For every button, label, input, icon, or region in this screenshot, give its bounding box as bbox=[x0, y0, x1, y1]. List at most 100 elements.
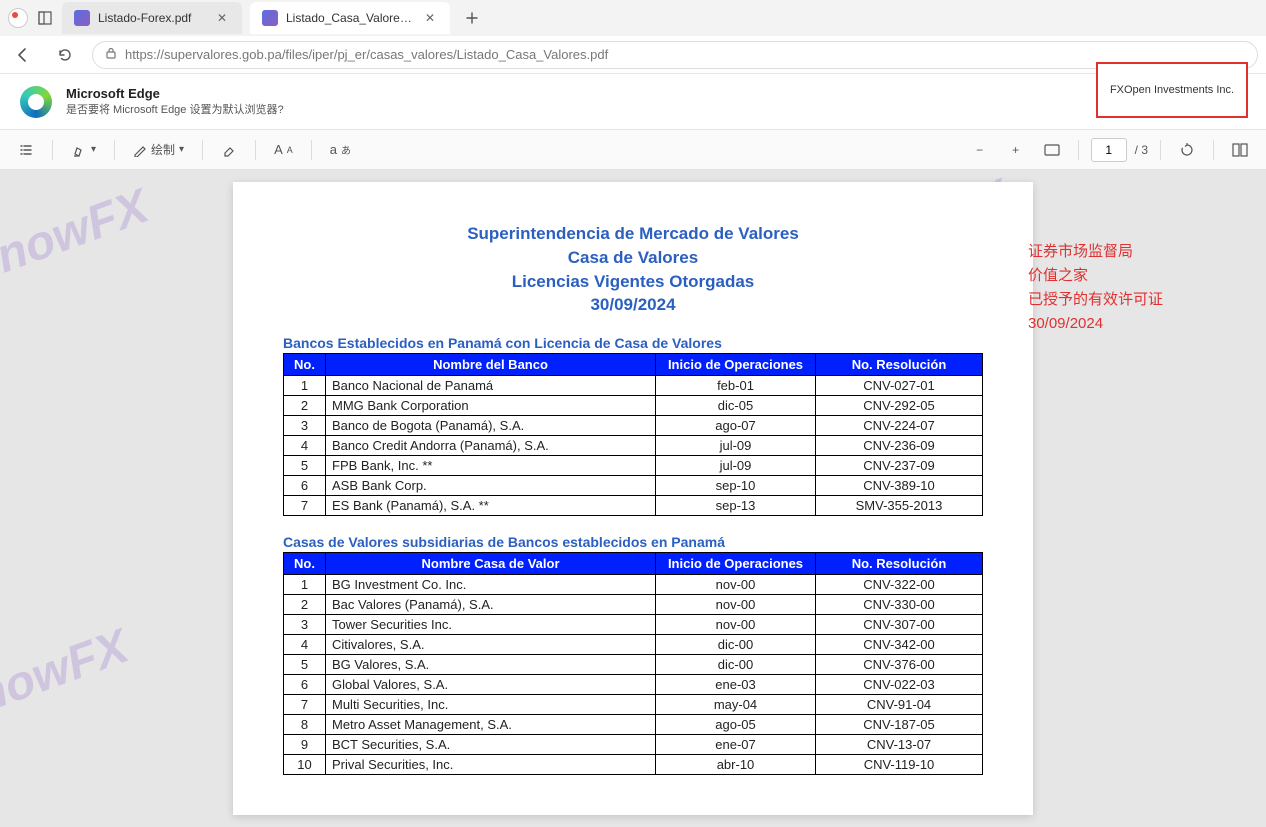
table-cell: 4 bbox=[284, 436, 326, 456]
banner-subtitle: 是否要将 Microsoft Edge 设置为默认浏览器? bbox=[66, 101, 284, 117]
table-cell: CNV-13-07 bbox=[816, 735, 983, 755]
table-row: 5FPB Bank, Inc. **jul-09CNV-237-09 bbox=[284, 456, 983, 476]
tab-title: Listado_Casa_Valores.pdf bbox=[286, 11, 414, 25]
refresh-button[interactable] bbox=[50, 40, 80, 70]
zoom-in-button[interactable]: + bbox=[1002, 136, 1030, 164]
table-cell: ene-07 bbox=[656, 735, 816, 755]
table-cell: 4 bbox=[284, 635, 326, 655]
table-cell: CNV-224-07 bbox=[816, 416, 983, 436]
new-tab-button[interactable] bbox=[458, 4, 486, 32]
zoom-out-button[interactable]: − bbox=[966, 136, 994, 164]
table-cell: CNV-307-00 bbox=[816, 615, 983, 635]
table-cell: BCT Securities, S.A. bbox=[326, 735, 656, 755]
table-cell: Citivalores, S.A. bbox=[326, 635, 656, 655]
section-title-1: Bancos Establecidos en Panamá con Licenc… bbox=[283, 335, 983, 351]
lock-icon bbox=[105, 46, 117, 64]
watermark: KnowFX bbox=[0, 179, 156, 296]
table-cell: Multi Securities, Inc. bbox=[326, 695, 656, 715]
table-cell: CNV-342-00 bbox=[816, 635, 983, 655]
table-cell: BG Valores, S.A. bbox=[326, 655, 656, 675]
table-cell: CNV-022-03 bbox=[816, 675, 983, 695]
table-row: 1BG Investment Co. Inc.nov-00CNV-322-00 bbox=[284, 575, 983, 595]
table-header: Inicio de Operaciones bbox=[656, 354, 816, 376]
erase-button[interactable] bbox=[215, 136, 243, 164]
table-row: 7ES Bank (Panamá), S.A. **sep-13SMV-355-… bbox=[284, 496, 983, 516]
table-cell: FPB Bank, Inc. ** bbox=[326, 456, 656, 476]
table-row: 6ASB Bank Corp.sep-10CNV-389-10 bbox=[284, 476, 983, 496]
table-row: 9BCT Securities, S.A.ene-07CNV-13-07 bbox=[284, 735, 983, 755]
table-cell: MMG Bank Corporation bbox=[326, 396, 656, 416]
table-cell: 2 bbox=[284, 396, 326, 416]
url-text: https://supervalores.gob.pa/files/iper/p… bbox=[125, 47, 608, 62]
tab-0[interactable]: Listado-Forex.pdf ✕ bbox=[62, 2, 242, 34]
table-cell: sep-13 bbox=[656, 496, 816, 516]
table-row: 2Bac Valores (Panamá), S.A.nov-00CNV-330… bbox=[284, 595, 983, 615]
contents-button[interactable] bbox=[12, 136, 40, 164]
table-cell: feb-01 bbox=[656, 376, 816, 396]
close-icon[interactable]: ✕ bbox=[214, 10, 230, 26]
page-total: / 3 bbox=[1135, 143, 1148, 157]
table-cell: Tower Securities Inc. bbox=[326, 615, 656, 635]
pdf-viewport[interactable]: KnowFX KnowFX KnowFX KnowFX Superintende… bbox=[0, 170, 1266, 827]
table-cell: 3 bbox=[284, 416, 326, 436]
table-row: 8Metro Asset Management, S.A.ago-05CNV-1… bbox=[284, 715, 983, 735]
table-cell: CNV-119-10 bbox=[816, 755, 983, 775]
read-aloud-button[interactable]: aあ bbox=[324, 136, 357, 164]
watermark: KnowFX bbox=[0, 619, 136, 736]
draw-button[interactable]: 绘制 ▾ bbox=[127, 136, 190, 164]
tab-1[interactable]: Listado_Casa_Valores.pdf ✕ bbox=[250, 2, 450, 34]
table-cell: CNV-187-05 bbox=[816, 715, 983, 735]
highlight-annotation: FXOpen Investments Inc. bbox=[1096, 62, 1248, 118]
page-number-input[interactable] bbox=[1091, 138, 1127, 162]
default-browser-banner: Microsoft Edge 是否要将 Microsoft Edge 设置为默认… bbox=[0, 74, 1266, 130]
table-cell: dic-00 bbox=[656, 655, 816, 675]
table-cell: Banco Credit Andorra (Panamá), S.A. bbox=[326, 436, 656, 456]
banner-title: Microsoft Edge bbox=[66, 86, 284, 101]
addressbar-row: https://supervalores.gob.pa/files/iper/p… bbox=[0, 36, 1266, 74]
table-cell: Bac Valores (Panamá), S.A. bbox=[326, 595, 656, 615]
separator bbox=[1160, 140, 1161, 160]
table-cell: 3 bbox=[284, 615, 326, 635]
table-cell: CNV-236-09 bbox=[816, 436, 983, 456]
table-header: No. bbox=[284, 553, 326, 575]
table-cell: Banco Nacional de Panamá bbox=[326, 376, 656, 396]
table-cell: CNV-292-05 bbox=[816, 396, 983, 416]
close-icon[interactable]: ✕ bbox=[422, 10, 438, 26]
profile-icon[interactable] bbox=[8, 8, 28, 28]
tab-actions-icon[interactable] bbox=[36, 9, 54, 27]
table-cell: CNV-389-10 bbox=[816, 476, 983, 496]
table-cell: CNV-237-09 bbox=[816, 456, 983, 476]
page-view-button[interactable] bbox=[1226, 136, 1254, 164]
table-cell: may-04 bbox=[656, 695, 816, 715]
separator bbox=[311, 140, 312, 160]
table-header: Inicio de Operaciones bbox=[656, 553, 816, 575]
tab-favicon-icon bbox=[74, 10, 90, 26]
address-bar[interactable]: https://supervalores.gob.pa/files/iper/p… bbox=[92, 41, 1258, 69]
table-row: 7Multi Securities, Inc.may-04CNV-91-04 bbox=[284, 695, 983, 715]
highlight-button[interactable]: ▾ bbox=[65, 136, 102, 164]
table-cell: 6 bbox=[284, 476, 326, 496]
fit-button[interactable] bbox=[1038, 136, 1066, 164]
table-row: 6Global Valores, S.A.ene-03CNV-022-03 bbox=[284, 675, 983, 695]
back-button[interactable] bbox=[8, 40, 38, 70]
table-cell: CNV-91-04 bbox=[816, 695, 983, 715]
table-cell: 10 bbox=[284, 755, 326, 775]
table-row: 4Citivalores, S.A.dic-00CNV-342-00 bbox=[284, 635, 983, 655]
titlebar: Listado-Forex.pdf ✕ Listado_Casa_Valores… bbox=[0, 0, 1266, 36]
table-cell: 9 bbox=[284, 735, 326, 755]
separator bbox=[1078, 140, 1079, 160]
table-cell: 7 bbox=[284, 496, 326, 516]
text-size-button[interactable]: AA bbox=[268, 136, 299, 164]
translation-annotation: 证券市场监督局 价值之家 已授予的有效许可证 30/09/2024 bbox=[1028, 240, 1163, 336]
table-cell: 6 bbox=[284, 675, 326, 695]
rotate-button[interactable] bbox=[1173, 136, 1201, 164]
table-cell: 1 bbox=[284, 376, 326, 396]
separator bbox=[114, 140, 115, 160]
table-header: No. Resolución bbox=[816, 354, 983, 376]
table-cell: sep-10 bbox=[656, 476, 816, 496]
separator bbox=[52, 140, 53, 160]
table-cell: jul-09 bbox=[656, 456, 816, 476]
table-cell: ASB Bank Corp. bbox=[326, 476, 656, 496]
separator bbox=[255, 140, 256, 160]
separator bbox=[202, 140, 203, 160]
